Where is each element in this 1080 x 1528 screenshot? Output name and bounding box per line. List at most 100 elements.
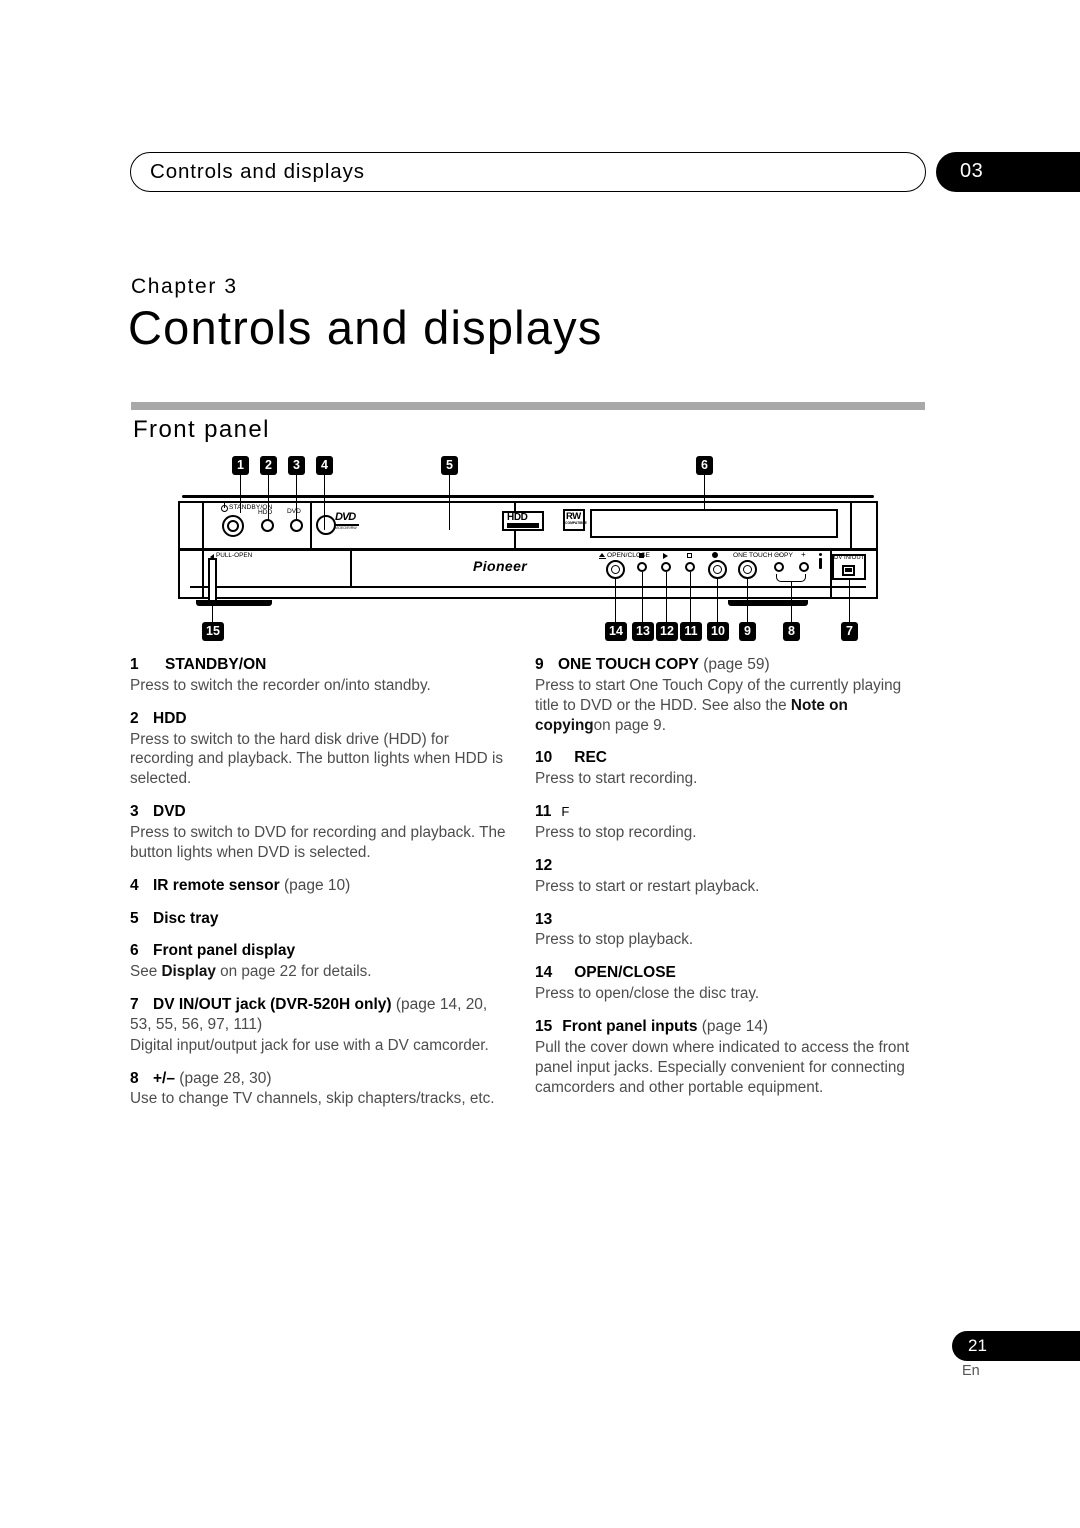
chassis-bottom-foot-right: [728, 600, 808, 606]
lower-panel-divider-a: [202, 550, 204, 599]
leader-10: [717, 579, 719, 622]
plus-button[interactable]: [799, 562, 809, 572]
control-entry-title: HDD: [153, 709, 187, 727]
brand-logo: Pioneer: [473, 558, 528, 574]
hdd-badge-sublabel: [507, 523, 539, 528]
control-entry-number: 3: [130, 803, 139, 821]
callout-1: 1: [232, 456, 249, 475]
control-entry-page-ref: (page 10): [279, 876, 351, 894]
chassis-bottom-foot-left: [196, 600, 272, 606]
dv-in-out-jack-slot: [845, 568, 852, 572]
leader-7: [849, 580, 851, 622]
control-entry-description: Press to start or restart playback.: [535, 877, 760, 895]
front-panel-input-flap: [208, 558, 217, 604]
callout-13: 13: [632, 622, 654, 641]
control-entry-title: Front panel display: [153, 942, 296, 960]
control-entry-page-ref: (page 14): [697, 1017, 769, 1035]
control-entry-title: OPEN/CLOSE: [574, 964, 676, 982]
descriptions-right-column: 9 ONE TOUCH COPY (page 59) Press to start …: [535, 655, 913, 1097]
stop-playback-button[interactable]: [685, 562, 695, 572]
chassis-mid-divider: [178, 548, 878, 551]
ir-remote-sensor: [316, 515, 336, 535]
control-entry: 5 Disc tray: [130, 909, 508, 929]
control-entry-description: Pull the cover down where indicated to a…: [535, 1038, 910, 1096]
control-entry-description: Press to switch to DVD for recording and…: [130, 823, 506, 861]
rw-badge-sublabel: COMPATIBLE: [565, 521, 587, 525]
headphone-icon: [819, 558, 822, 569]
headphone-icon-dot: [819, 553, 822, 556]
running-header-title: Controls and displays: [150, 160, 365, 183]
leader-14: [615, 579, 617, 622]
control-entry-description: Digital input/output jack for use with a…: [130, 1036, 489, 1054]
control-entry-number: 1: [130, 656, 139, 673]
leader-8: [791, 582, 793, 622]
minus-button[interactable]: [774, 562, 784, 572]
descriptions-left-column: 1 STANDBY/ON Press to switch the recorder …: [130, 655, 508, 1109]
hdd-button[interactable]: [261, 519, 274, 532]
chassis-lower-line: [190, 586, 866, 588]
section-divider: [131, 402, 925, 410]
page-language: En: [962, 1363, 980, 1379]
leader-12: [666, 572, 668, 622]
control-entry-number: 7: [130, 996, 139, 1014]
one-touch-copy-label: ONE TOUCH COPY: [733, 552, 793, 559]
control-entry-description: Press to switch to the hard disk drive (…: [130, 730, 503, 788]
callout-10: 10: [707, 622, 729, 641]
control-entry-description: Press to start recording.: [535, 770, 698, 788]
pull-open-arrow-icon: [210, 554, 214, 560]
control-entry-heading: 8 +/– (page 28, 30): [130, 1069, 508, 1089]
control-entry-page-ref: (page 59): [698, 656, 770, 673]
control-entry-heading: 4 IR remote sensor (page 10): [130, 876, 508, 896]
upper-panel-divider-a: [310, 503, 312, 548]
leader-13: [642, 572, 644, 622]
play-button[interactable]: [661, 562, 671, 572]
control-entry-title: Disc tray: [153, 909, 219, 927]
callout-9: 9: [739, 622, 756, 641]
control-entry-description: Press to stop playback.: [535, 931, 694, 949]
open-close-button-inner: [611, 565, 620, 574]
open-close-eject-icon: [599, 553, 605, 557]
control-entry-number: 6: [130, 942, 139, 960]
page-number: 21: [968, 1336, 987, 1355]
control-entry-title: IR remote sensor: [153, 876, 280, 894]
control-entry-title: STANDBY/ON: [165, 656, 267, 673]
hdd-badge-label: HDD: [507, 512, 528, 523]
callout-5: 5: [441, 456, 458, 475]
control-entry-page-ref: (page 28, 30): [174, 1069, 272, 1087]
control-entry-number: 14: [535, 964, 553, 982]
callout-11: 11: [680, 622, 702, 641]
stop-recording-button[interactable]: [637, 562, 647, 572]
control-entry-description: Press to stop recording.: [535, 823, 697, 841]
control-entry: 7 DV IN/OUT jack (DVR-520H only) (page 14…: [130, 995, 508, 1056]
control-entry-description: Press to start One Touch Copy of the cur…: [535, 676, 902, 734]
chassis-left-divider: [202, 501, 204, 548]
control-entry-number: 9: [535, 656, 544, 673]
dvd-logo: DVD: [335, 511, 356, 523]
control-entry: 11 F Press to stop recording.: [535, 802, 913, 843]
callout-14: 14: [605, 622, 627, 641]
lower-panel-divider-b: [350, 550, 352, 586]
leader-9: [747, 579, 749, 622]
callout-12: 12: [656, 622, 678, 641]
leader-15: [212, 600, 214, 622]
callout-6: 6: [696, 456, 713, 475]
page-number-badge: 21: [952, 1331, 1080, 1361]
control-entry: 2 HDD Press to switch to the hard disk dri…: [130, 709, 508, 789]
control-entry: 4 IR remote sensor (page 10): [130, 876, 508, 896]
control-entry-number: 5: [130, 909, 139, 927]
chapter-number: 03: [960, 160, 984, 182]
control-entry-number: 12: [535, 856, 553, 874]
dvd-button[interactable]: [290, 519, 303, 532]
dvd-logo-sublabel: VIDEO/R/RW: [335, 526, 357, 530]
control-entry-title: Front panel inputs: [562, 1017, 698, 1035]
control-entry-title: ONE TOUCH COPY: [558, 656, 699, 673]
control-entry-number: 8: [130, 1069, 139, 1087]
control-entry-title: REC: [574, 749, 607, 767]
callout-15: 15: [202, 622, 224, 641]
chassis-right-divider: [850, 501, 852, 548]
control-entry-description: See Display on page 22 for details.: [130, 963, 372, 981]
dv-in-out-label: DV IN/OUT: [834, 555, 865, 561]
one-touch-copy-button-inner: [743, 565, 752, 574]
control-entry-description: Press to open/close the disc tray.: [535, 985, 760, 1003]
callout-8: 8: [783, 622, 800, 641]
